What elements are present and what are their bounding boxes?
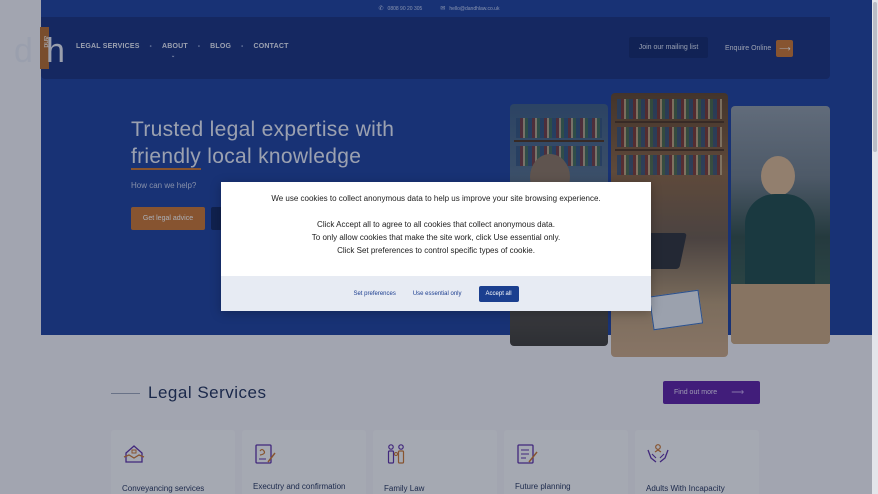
- use-essential-only-button[interactable]: Use essential only: [413, 291, 462, 297]
- cookie-message-line: Click Set preferences to control specifi…: [337, 246, 535, 255]
- cookie-message-line: We use cookies to collect anonymous data…: [271, 194, 601, 203]
- cookie-consent-dialog: We use cookies to collect anonymous data…: [221, 182, 651, 311]
- accept-all-button[interactable]: Accept all: [478, 285, 519, 302]
- page-scrollbar[interactable]: [872, 0, 878, 494]
- cookie-message-line: Click Accept all to agree to all cookies…: [317, 220, 555, 229]
- set-preferences-button[interactable]: Set preferences: [353, 291, 395, 297]
- cookie-message: We use cookies to collect anonymous data…: [221, 192, 651, 257]
- cookie-actions: Set preferences Use essential only Accep…: [221, 276, 651, 311]
- cookie-message-line: To only allow cookies that make the site…: [311, 233, 561, 242]
- scrollbar-thumb[interactable]: [873, 2, 877, 152]
